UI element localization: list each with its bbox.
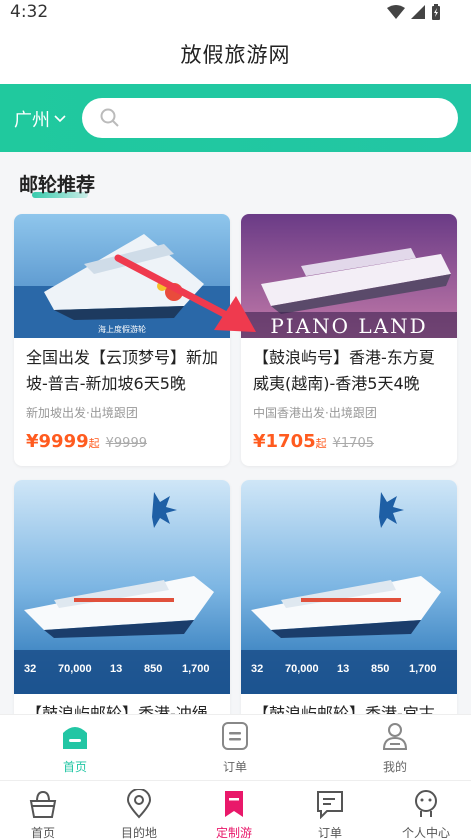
app-header: 放假旅游网 — [0, 26, 471, 84]
chevron-down-icon — [54, 115, 66, 123]
stat-value: 32 — [251, 663, 263, 675]
cruise-image: 32 70,000 13 850 1,700 — [14, 480, 230, 694]
cruise-card[interactable]: PIANO LAND 【鼓浪屿号】香港-东方夏威夷(越南)-香港5天4晚 中国香… — [241, 214, 457, 466]
stat-value: 13 — [110, 663, 122, 675]
tab-label: 目的地 — [120, 826, 157, 840]
tab-label: 个人中心 — [401, 826, 450, 840]
tab-order-2[interactable]: 订单 — [295, 789, 365, 840]
tab-label: 我的 — [382, 760, 407, 774]
home-icon — [63, 727, 87, 749]
stat-value: 850 — [371, 663, 389, 675]
stat-value: 70,000 — [58, 663, 92, 675]
tab-order[interactable]: 订单 — [195, 721, 275, 775]
card-title: 全国出发【云顶梦号】新加坡-普吉-新加坡6天5晚 — [26, 348, 219, 393]
tab-destination[interactable]: 目的地 — [104, 788, 174, 840]
city-label: 广州 — [14, 110, 50, 131]
tab-label: 首页 — [30, 826, 55, 840]
cruise-image: 海上度假游轮 — [14, 214, 230, 338]
wifi-icon — [387, 5, 405, 19]
card-title: 【鼓浪屿邮轮】香港-宫古 — [253, 704, 435, 714]
city-selector[interactable]: 广州 — [14, 106, 66, 132]
tab-label: 订单 — [317, 826, 342, 840]
tab-label: 首页 — [62, 760, 87, 774]
tab-bar-secondary: 首页 目的地 定制游 订单 个人中心 — [0, 780, 471, 840]
status-bar: 4:32 — [0, 0, 471, 26]
status-icons — [387, 4, 441, 20]
tab-label: 定制游 — [215, 826, 252, 840]
cruise-image: 32 70,000 13 850 1,700 — [241, 480, 457, 694]
stat-value: 32 — [24, 663, 36, 675]
image-caption: 海上度假游轮 — [98, 324, 146, 334]
stat-value: 13 — [337, 663, 349, 675]
price: ¥9999起 — [26, 431, 100, 452]
section-title: 邮轮推荐 — [19, 174, 96, 196]
order-icon — [222, 722, 248, 750]
search-icon — [100, 108, 119, 127]
tab-bar-primary: 首页 订单 我的 — [0, 714, 471, 780]
stat-value: 850 — [144, 663, 162, 675]
status-time: 4:32 — [10, 2, 49, 22]
cruise-card[interactable]: 海上度假游轮 全国出发【云顶梦号】新加坡-普吉-新加坡6天5晚 新加坡出发·出境… — [14, 214, 230, 466]
tab-label: 订单 — [222, 760, 247, 774]
cruise-card[interactable]: 32 70,000 13 850 1,700 【鼓浪屿邮轮】香港-冲绳 — [14, 480, 230, 714]
tab-home[interactable]: 首页 — [35, 721, 115, 775]
page-title: 放假旅游网 — [180, 43, 291, 67]
price: ¥1705起 — [253, 431, 327, 452]
battery-icon — [432, 4, 440, 20]
card-price-row: ¥9999起 ¥9999 — [14, 421, 230, 466]
card-subtitle: 新加坡出发·出境跟团 — [26, 406, 138, 420]
bag-icon — [29, 790, 57, 818]
stat-value: 70,000 — [285, 663, 319, 675]
card-title: 【鼓浪屿邮轮】香港-冲绳 — [26, 704, 208, 714]
location-icon — [126, 788, 152, 819]
image-caption: PIANO LAND — [270, 314, 427, 338]
tab-home-2[interactable]: 首页 — [8, 789, 78, 840]
user-icon — [382, 723, 408, 750]
original-price: ¥1705 — [332, 436, 374, 451]
bookmark-icon — [225, 791, 243, 817]
search-input[interactable] — [82, 98, 458, 138]
card-price-row: ¥1705起 ¥1705 — [241, 421, 457, 466]
list-icon — [317, 791, 343, 820]
search-bar: 广州 — [0, 84, 471, 152]
person-icon — [415, 790, 437, 817]
cruise-image: PIANO LAND — [241, 214, 457, 338]
card-subtitle: 中国香港出发·出境跟团 — [253, 406, 377, 420]
tab-mine[interactable]: 我的 — [355, 721, 435, 775]
cruise-card[interactable]: 32 70,000 13 850 1,700 【鼓浪屿邮轮】香港-宫古 — [241, 480, 457, 714]
tab-custom-tour[interactable]: 定制游 — [199, 789, 269, 840]
stat-value: 1,700 — [409, 663, 437, 675]
signal-icon — [411, 5, 425, 19]
stat-value: 1,700 — [182, 663, 210, 675]
tab-personal-center[interactable]: 个人中心 — [391, 789, 461, 840]
card-title: 【鼓浪屿号】香港-东方夏威夷(越南)-香港5天4晚 — [253, 348, 435, 393]
original-price: ¥9999 — [105, 436, 147, 451]
content-area: 邮轮推荐 海上度假游轮 全国出发【云顶梦号】新加坡-普吉-新加坡6天5晚 新加坡… — [0, 152, 471, 714]
